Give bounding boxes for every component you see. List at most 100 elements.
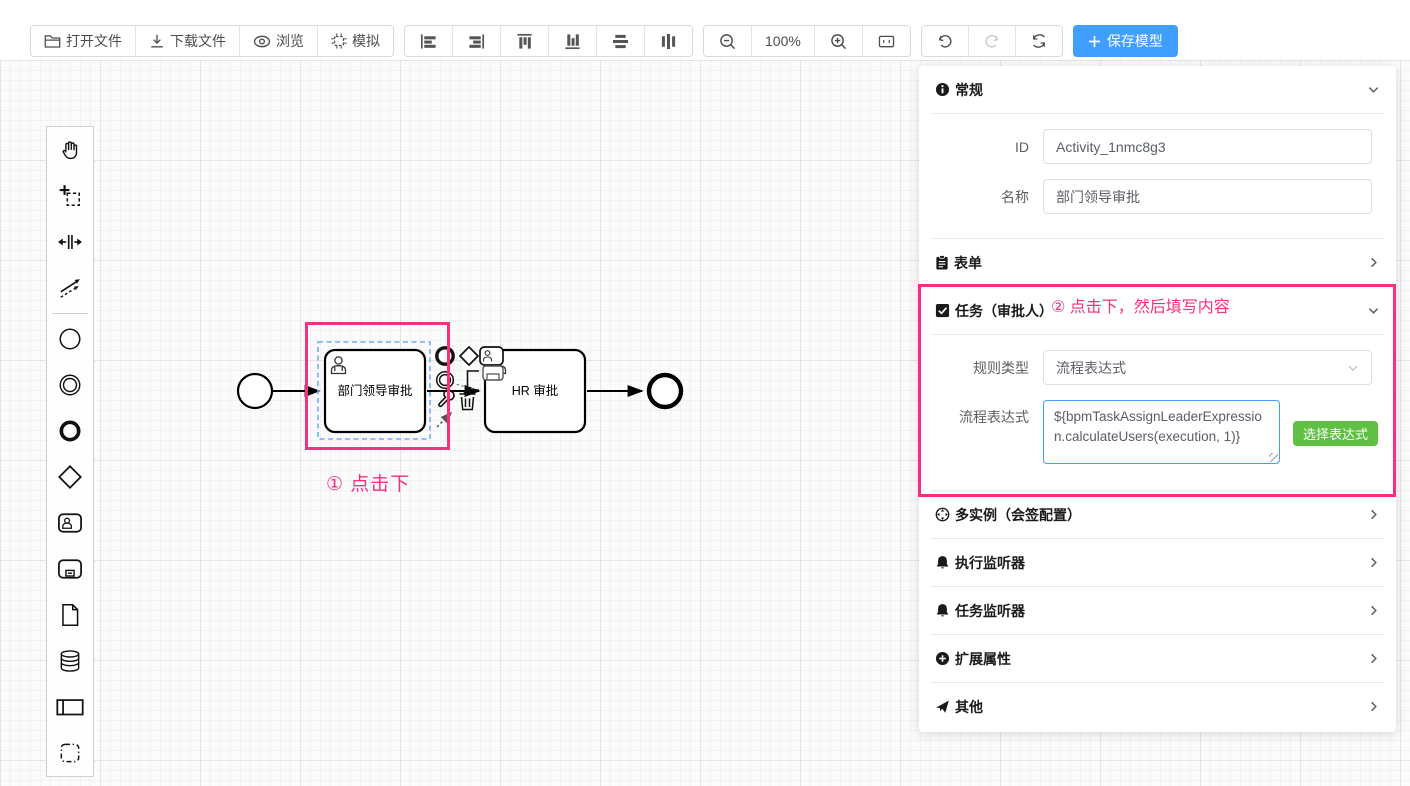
open-file-button[interactable]: 打开文件	[31, 26, 135, 56]
send-icon	[935, 699, 950, 714]
chevron-down-icon	[1347, 362, 1359, 374]
name-input[interactable]	[1043, 179, 1372, 214]
zoom-in-button[interactable]	[814, 26, 862, 56]
group-icon	[57, 740, 83, 766]
connect-preview-line	[452, 383, 477, 390]
section-header-other[interactable]: 其他	[919, 683, 1396, 730]
choose-expression-button[interactable]: 选择表达式	[1293, 421, 1378, 446]
append-user-task-icon[interactable]	[480, 347, 503, 365]
simulate-label: 模拟	[352, 31, 380, 51]
zoom-out-icon	[719, 33, 736, 50]
space-tool[interactable]	[47, 219, 93, 265]
save-model-button[interactable]: 保存模型	[1073, 25, 1178, 57]
create-data-object[interactable]	[47, 592, 93, 638]
section-header-task-listener[interactable]: 任务监听器	[919, 587, 1396, 634]
connect-icon	[57, 275, 83, 301]
hand-icon	[57, 137, 83, 163]
hand-tool[interactable]	[47, 127, 93, 173]
section-header-task[interactable]: 任务（审批人）	[919, 287, 1396, 334]
align-top-button[interactable]	[500, 26, 548, 56]
create-participant[interactable]	[47, 684, 93, 730]
zoom-level-value: 100%	[765, 33, 801, 49]
global-connect-tool[interactable]	[47, 265, 93, 311]
save-model-label: 保存模型	[1107, 31, 1163, 51]
user-task-icon	[56, 510, 84, 536]
section-title: 任务监听器	[955, 601, 1025, 621]
create-user-task[interactable]	[47, 500, 93, 546]
section-header-extended-properties[interactable]: 扩展属性	[919, 635, 1396, 682]
undo-button[interactable]	[922, 26, 968, 56]
connect-tool-icon[interactable]	[437, 413, 451, 427]
section-header-execution-listener[interactable]: 执行监听器	[919, 539, 1396, 586]
zoom-in-icon	[830, 33, 847, 50]
create-gateway[interactable]	[47, 454, 93, 500]
download-icon	[149, 33, 165, 49]
create-intermediate-event[interactable]	[47, 362, 93, 408]
append-intermediate-event-icon[interactable]	[437, 372, 454, 389]
participant-icon	[55, 695, 85, 719]
space-tool-icon	[57, 229, 83, 255]
append-collapsed-pool-icon[interactable]	[483, 366, 503, 380]
rule-type-select[interactable]: 流程表达式	[1043, 350, 1372, 385]
lasso-icon	[57, 183, 83, 209]
id-label: ID	[919, 139, 1043, 155]
section-header-form[interactable]: 表单	[919, 239, 1396, 286]
align-right-icon	[468, 33, 485, 50]
open-file-label: 打开文件	[66, 31, 122, 51]
create-subprocess[interactable]	[47, 546, 93, 592]
end-event[interactable]	[649, 375, 681, 407]
restart-button[interactable]	[1015, 26, 1062, 56]
multi-instance-icon	[935, 507, 950, 522]
align-horizontal-center-button[interactable]	[644, 26, 692, 56]
name-field-row: 名称	[919, 179, 1372, 214]
section-header-multi-instance[interactable]: 多实例（会签配置）	[919, 491, 1396, 538]
create-data-store[interactable]	[47, 638, 93, 684]
align-bottom-button[interactable]	[548, 26, 596, 56]
divider	[931, 113, 1384, 114]
plus-circle-icon	[935, 651, 950, 666]
preview-button[interactable]: 浏览	[239, 26, 317, 56]
section-title: 其他	[955, 697, 983, 717]
trash-icon[interactable]	[460, 392, 476, 410]
zoom-button-group: 100%	[703, 25, 911, 57]
align-vertical-center-button[interactable]	[596, 26, 644, 56]
subprocess-icon	[56, 556, 84, 582]
append-gateway-icon[interactable]	[460, 347, 478, 365]
chevron-right-icon	[1367, 256, 1380, 269]
id-input[interactable]	[1043, 129, 1372, 164]
section-title: 多实例（会签配置）	[955, 505, 1081, 525]
section-header-general[interactable]: 常规	[919, 66, 1396, 113]
rule-type-label: 规则类型	[919, 358, 1043, 378]
zoom-level-button[interactable]: 100%	[751, 26, 814, 56]
user-task-1[interactable]: 部门领导审批	[325, 350, 425, 432]
zoom-reset-button[interactable]	[862, 26, 910, 56]
append-end-event-icon[interactable]	[437, 348, 453, 364]
id-field-row: ID	[919, 129, 1372, 164]
create-group[interactable]	[47, 730, 93, 776]
bell-icon	[935, 555, 950, 570]
plus-icon	[1088, 35, 1101, 48]
align-right-button[interactable]	[452, 26, 500, 56]
task1-label: 部门领导审批	[337, 383, 412, 398]
download-file-button[interactable]: 下载文件	[135, 26, 239, 56]
align-left-button[interactable]	[405, 26, 452, 56]
chevron-up-icon	[1367, 83, 1380, 96]
append-subprocess-icon[interactable]	[468, 371, 480, 390]
info-icon	[935, 82, 950, 97]
create-start-event[interactable]	[47, 316, 93, 362]
section-title: 常规	[955, 80, 983, 100]
toolbar: 打开文件 下载文件 浏览 模拟	[30, 25, 1178, 57]
eye-icon	[253, 34, 271, 49]
wrench-icon[interactable]	[439, 390, 454, 406]
rule-type-row: 规则类型 流程表达式	[919, 350, 1372, 385]
zoom-out-button[interactable]	[704, 26, 751, 56]
create-end-event[interactable]	[47, 408, 93, 454]
redo-button[interactable]	[968, 26, 1015, 56]
name-label: 名称	[919, 187, 1043, 207]
intermediate-event-icon	[57, 372, 83, 398]
lasso-tool[interactable]	[47, 173, 93, 219]
start-event[interactable]	[238, 374, 272, 408]
undo-icon	[937, 33, 953, 49]
simulate-button[interactable]: 模拟	[317, 26, 393, 56]
expression-textarea[interactable]: ${bpmTaskAssignLeaderExpression.calculat…	[1043, 400, 1280, 464]
